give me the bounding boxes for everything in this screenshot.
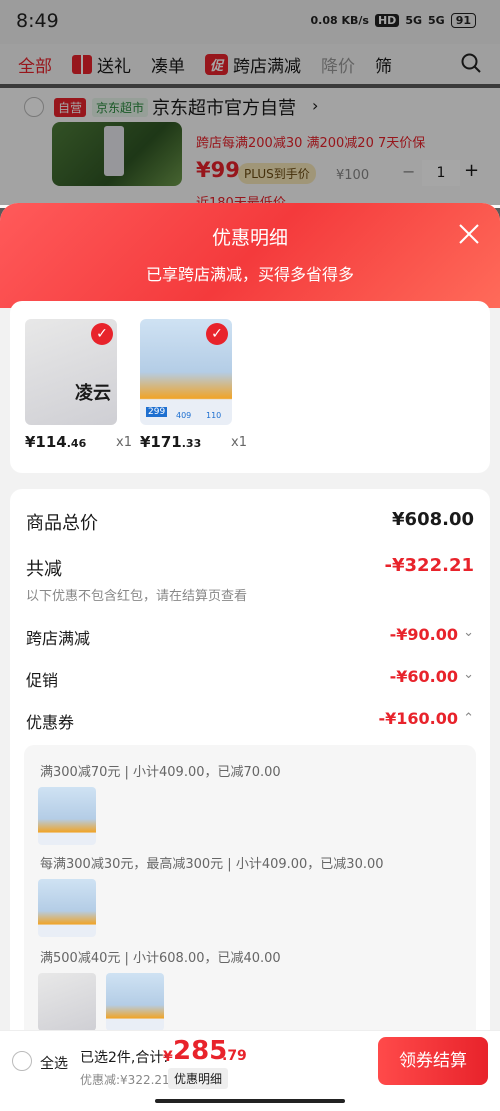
item-price-decimal: .46 [66, 437, 87, 450]
signal-icon: 5G [405, 14, 422, 27]
summary-card: 商品总价 ¥608.00 共减 -¥322.21 以下优惠不包含红包，请在结算页… [10, 489, 490, 1111]
sheet-title: 优惠明细 [211, 227, 288, 249]
coupon-item-thumbnail [38, 787, 96, 845]
search-icon[interactable] [460, 52, 482, 74]
item-tag: 409 [176, 411, 192, 420]
promotion-label: 促销 [26, 671, 59, 690]
discount-detail-button[interactable]: 优惠明细 [168, 1068, 229, 1089]
product-promo: 跨店每满200减30 满200减20 7天价保 [196, 136, 426, 151]
selected-count: 已选2件,合计: [80, 1050, 169, 1066]
cross-store-value[interactable]: -¥90.00 [390, 625, 458, 644]
coupon-rule: 满500减40元 | 小计608.00，已减40.00 [40, 951, 281, 966]
coupon-value[interactable]: -¥160.00 [378, 709, 458, 728]
currency-symbol: ¥ [163, 1049, 173, 1065]
select-all-radio[interactable] [12, 1051, 32, 1071]
reduce-value: -¥322.21 [384, 555, 474, 576]
item-qty: x1 [116, 435, 132, 450]
cross-store-label: 跨店满减 [26, 629, 91, 648]
battery-icon: 91 [450, 13, 476, 28]
item-price: ¥171.33 [140, 433, 201, 451]
product-image[interactable] [52, 122, 182, 186]
item-price: ¥114.46 [25, 433, 86, 451]
tab-gift[interactable]: 送礼 [62, 52, 141, 77]
discount-detail-sheet: 优惠明细 已享跨店满减，买得多省得多 凌云 ✓ ¥114.46 x1 299 4… [0, 203, 500, 1111]
promo-badge: 促 [205, 53, 229, 75]
total-label: 商品总价 [26, 513, 98, 534]
hd-icon: HD [374, 14, 400, 27]
item-tag: 299 [146, 407, 168, 417]
jd-supermarket-badge: 京东超市 [92, 98, 149, 117]
promotion-value[interactable]: -¥60.00 [390, 667, 458, 686]
qty-minus-button[interactable]: − [402, 162, 415, 181]
item-brand-text: 凌云 [75, 383, 111, 404]
filter-bar: 全部 送礼 凑单 促跨店满减 降价 筛 [0, 44, 500, 84]
chevron-up-icon[interactable]: ⌃ [463, 711, 474, 726]
item-price-decimal: .33 [181, 437, 202, 450]
item-thumbnail[interactable]: 凌云 ✓ [25, 319, 117, 425]
coupon-detail-box: 满300减70元 | 小计409.00，已减70.00 每满300减30元，最高… [24, 745, 476, 1045]
tab-cross-store[interactable]: 促跨店满减 [195, 52, 311, 77]
chevron-down-icon[interactable]: ⌄ [463, 667, 474, 682]
gift-icon [72, 54, 92, 74]
item-qty: x1 [231, 435, 247, 450]
coupon-rule: 每满300减30元，最高减300元 | 小计409.00，已减30.00 [40, 857, 384, 872]
shop-name[interactable]: 京东超市官方自营 [152, 94, 296, 120]
qty-input[interactable]: 1 [422, 160, 460, 186]
chevron-down-icon[interactable]: ⌄ [463, 625, 474, 640]
coupon-label: 优惠券 [26, 713, 75, 732]
close-icon[interactable] [458, 223, 480, 245]
coupon-rule: 满300减70元 | 小计409.00，已减70.00 [40, 765, 281, 780]
self-operated-badge: 自营 [54, 98, 87, 117]
status-icons: 0.08 KB/s HD 5G 5G 91 [311, 13, 476, 28]
qty-plus-button[interactable]: + [464, 160, 479, 181]
total-decimal: .79 [222, 1048, 247, 1064]
tab-all[interactable]: 全部 [0, 52, 62, 77]
coupon-item-thumbnail [38, 973, 96, 1031]
chevron-right-icon: › [312, 96, 319, 115]
tab-combine[interactable]: 凑单 [141, 52, 195, 77]
home-indicator [155, 1099, 345, 1103]
tab-gift-label: 送礼 [97, 56, 131, 77]
total-value: ¥608.00 [392, 509, 474, 530]
signal-icon-2: 5G [428, 14, 445, 27]
item-thumbnail[interactable]: 299 409 110 ✓ [140, 319, 232, 425]
status-time: 8:49 [16, 10, 59, 32]
tab-cross-store-label: 跨店满减 [233, 56, 302, 77]
coupon-item-thumbnail [38, 879, 96, 937]
reduce-label: 共减 [26, 559, 62, 580]
tab-price-drop[interactable]: 降价 [311, 52, 365, 77]
tab-filter[interactable]: 筛 [365, 52, 402, 77]
discount-amount: 优惠减:¥322.21 [80, 1073, 170, 1087]
sheet-header: 优惠明细 已享跨店满减，买得多省得多 [0, 203, 500, 308]
check-icon: ✓ [206, 323, 228, 345]
status-bar: 8:49 0.08 KB/s HD 5G 5G 91 [0, 0, 500, 44]
plus-price-badge: PLUS到手价 [238, 163, 316, 184]
product-price: ¥99 [196, 158, 240, 182]
check-icon: ✓ [91, 323, 113, 345]
total-main: 285 [173, 1036, 228, 1066]
item-price-main: ¥114 [25, 433, 67, 451]
select-all-label[interactable]: 全选 [40, 1053, 68, 1073]
original-price: ¥100 [336, 168, 370, 183]
discount-note: 以下优惠不包含红包，请在结算页查看 [26, 589, 248, 604]
coupon-item-thumbnail [106, 973, 164, 1031]
sheet-subtitle: 已享跨店满减，买得多省得多 [145, 265, 354, 284]
item-price-main: ¥171 [140, 433, 182, 451]
network-speed: 0.08 KB/s [310, 14, 369, 27]
item-tag: 110 [206, 411, 222, 420]
items-card: 凌云 ✓ ¥114.46 x1 299 409 110 ✓ ¥171.33 x1 [10, 301, 490, 473]
checkout-button[interactable]: 领券结算 [378, 1037, 488, 1085]
shop-select-radio[interactable] [24, 97, 44, 117]
